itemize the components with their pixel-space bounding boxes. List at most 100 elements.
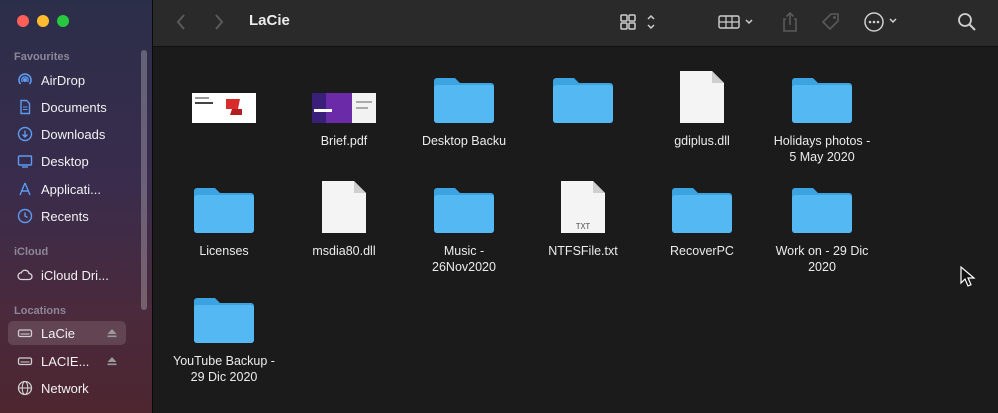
- text-document-icon: TXT: [523, 171, 643, 235]
- minimize-button[interactable]: [37, 15, 49, 27]
- sidebar-item-label: Network: [41, 380, 89, 396]
- sidebar-item-lacie[interactable]: LaCie: [8, 321, 126, 345]
- sidebar-item-label: Documents: [41, 99, 107, 115]
- locations-section-title: Locations: [14, 305, 66, 317]
- clock-icon: [17, 208, 33, 224]
- toolbar: LaCie: [153, 0, 998, 47]
- view-toggle-button[interactable]: [619, 10, 661, 34]
- folder-item-youtube-backup[interactable]: YouTube Backup - 29 Dic 2020: [164, 281, 284, 385]
- document-icon: [642, 61, 762, 125]
- sidebar-item-icloud-drive[interactable]: iCloud Dri...: [8, 263, 126, 287]
- folder-item-work-on[interactable]: Work on - 29 Dic 2020: [762, 171, 882, 275]
- close-button[interactable]: [17, 15, 29, 27]
- sidebar-item-airdrop[interactable]: AirDrop: [8, 68, 126, 92]
- file-item-brief-pdf[interactable]: Brief.pdf: [284, 61, 404, 149]
- file-name: msdia80.dll: [312, 244, 376, 258]
- folder-icon: [404, 61, 524, 125]
- file-item-msdia80[interactable]: msdia80.dll: [284, 171, 404, 259]
- more-actions-button[interactable]: [863, 10, 903, 34]
- sidebar-item-label: LaCie: [41, 325, 75, 341]
- sidebar-item-label: Downloads: [41, 126, 106, 142]
- file-item-ntfsfile[interactable]: TXT NTFSFile.txt: [523, 171, 643, 259]
- sidebar-item-label: AirDrop: [41, 72, 86, 88]
- tag-icon: [821, 13, 839, 31]
- sidebar-item-label: Desktop: [41, 153, 89, 169]
- forward-button[interactable]: [213, 10, 225, 34]
- sidebar-item-label: LACIE...: [41, 353, 90, 369]
- folder-item-recoverpc[interactable]: RecoverPC: [642, 171, 762, 259]
- folder-icon: [762, 61, 882, 125]
- search-button[interactable]: [957, 10, 977, 34]
- document-icon: [17, 99, 33, 115]
- airdrop-icon: [17, 72, 33, 88]
- sidebar-scrollbar[interactable]: [141, 50, 147, 310]
- eject-icon[interactable]: [106, 355, 118, 367]
- zoom-button[interactable]: [57, 15, 69, 27]
- folder-icon: [642, 171, 762, 235]
- eject-icon[interactable]: [106, 327, 118, 339]
- grid-view-icon: [620, 14, 655, 30]
- sidebar-item-lacie-2[interactable]: LACIE...: [8, 349, 126, 373]
- globe-icon: [17, 380, 33, 396]
- file-name: Brief.pdf: [320, 134, 368, 148]
- file-name: NTFSFile.txt: [548, 244, 618, 258]
- sidebar-item-documents[interactable]: Documents: [8, 95, 126, 119]
- tag-button[interactable]: [820, 10, 842, 34]
- window-title: LaCie: [249, 12, 290, 29]
- group-icon: [718, 15, 753, 29]
- document-icon: [284, 171, 404, 235]
- folder-item-desktop-backup[interactable]: Desktop Backu: [404, 61, 524, 149]
- main-pane: LaCie Brief.pdf Desktop Backu gdiplus.dl…: [153, 0, 998, 413]
- search-icon: [958, 13, 976, 31]
- back-button[interactable]: [175, 10, 187, 34]
- icloud-section-title: iCloud: [14, 246, 49, 258]
- file-name: Holidays photos - 5 May 2020: [773, 134, 871, 164]
- cloud-icon: [17, 267, 33, 283]
- folder-item-holidays-photos[interactable]: Holidays photos - 5 May 2020: [762, 61, 882, 165]
- drive-icon: [17, 325, 33, 341]
- ellipsis-icon: [864, 12, 897, 32]
- file-name: Desktop Backu: [421, 134, 507, 148]
- sidebar-item-downloads[interactable]: Downloads: [8, 122, 126, 146]
- folder-item-unnamed[interactable]: [523, 61, 643, 133]
- folder-icon: [164, 281, 284, 345]
- folder-item-licenses[interactable]: Licenses: [164, 171, 284, 259]
- image-preview-icon: [164, 61, 284, 125]
- folder-icon: [523, 61, 643, 125]
- desktop-icon: [17, 153, 33, 169]
- download-icon: [17, 126, 33, 142]
- file-item-image[interactable]: [164, 61, 284, 133]
- pdf-preview-icon: [284, 61, 404, 125]
- file-name: gdiplus.dll: [674, 134, 730, 148]
- favourites-section-title: Favourites: [14, 51, 70, 63]
- file-name: YouTube Backup - 29 Dic 2020: [173, 354, 275, 384]
- folder-icon: [762, 171, 882, 235]
- file-type-badge: TXT: [575, 222, 591, 231]
- file-name: Music - 26Nov2020: [432, 244, 496, 274]
- finder-window: Favourites AirDrop Documents Downloads D…: [0, 0, 998, 413]
- file-grid: Brief.pdf Desktop Backu gdiplus.dll Holi…: [153, 47, 998, 413]
- share-button[interactable]: [781, 10, 799, 34]
- drive-icon: [17, 353, 33, 369]
- group-button[interactable]: [717, 10, 759, 34]
- chevron-left-icon: [176, 14, 185, 30]
- sidebar-item-recents[interactable]: Recents: [8, 204, 126, 228]
- folder-item-music[interactable]: Music - 26Nov2020: [404, 171, 524, 275]
- file-item-gdiplus[interactable]: gdiplus.dll: [642, 61, 762, 149]
- folder-icon: [404, 171, 524, 235]
- sidebar-item-applications[interactable]: Applicati...: [8, 177, 126, 201]
- folder-icon: [164, 171, 284, 235]
- share-icon: [783, 11, 797, 32]
- sidebar-item-desktop[interactable]: Desktop: [8, 149, 126, 173]
- applications-icon: [17, 181, 33, 197]
- sidebar-item-network[interactable]: Network: [8, 376, 126, 400]
- file-name: RecoverPC: [670, 244, 734, 258]
- sidebar-item-label: iCloud Dri...: [41, 267, 109, 283]
- sidebar-item-label: Applicati...: [41, 181, 101, 197]
- sidebar-item-label: Recents: [41, 208, 89, 224]
- sidebar: Favourites AirDrop Documents Downloads D…: [0, 0, 153, 413]
- traffic-lights: [17, 15, 69, 27]
- file-name: Licenses: [199, 244, 249, 258]
- chevron-right-icon: [215, 14, 224, 30]
- file-name: Work on - 29 Dic 2020: [775, 244, 869, 274]
